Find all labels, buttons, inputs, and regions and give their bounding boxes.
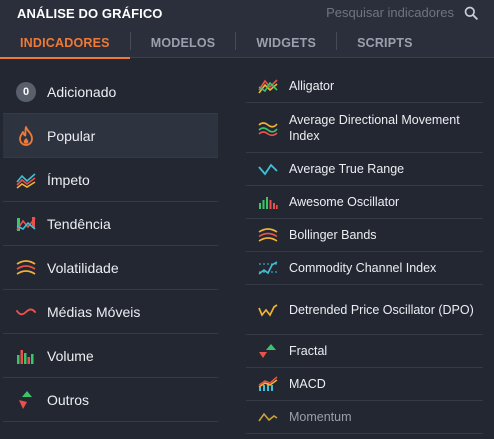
volatility-waves-icon — [16, 258, 36, 278]
indicator-cci[interactable]: Commodity Channel Index — [246, 252, 483, 285]
panel-header: ANÁLISE DO GRÁFICO INDICADORES MODELOS W… — [0, 0, 494, 59]
awesome-oscillator-icon — [259, 197, 278, 209]
tab-modelos[interactable]: MODELOS — [131, 27, 236, 58]
indicator-bollinger-bands[interactable]: Bollinger Bands — [246, 219, 483, 252]
indicator-label: Detrended Price Oscillator (DPO) — [289, 302, 474, 317]
indicator-list: Alligator Average Directional Movement I… — [246, 70, 483, 434]
atr-icon — [258, 163, 278, 176]
category-label: Médias Móveis — [47, 303, 141, 320]
tab-bar: INDICADORES MODELOS WIDGETS SCRIPTS — [0, 27, 433, 59]
panel-title: ANÁLISE DO GRÁFICO — [17, 6, 163, 21]
category-list: 0 Adicionado Popular Ímpeto Tendência Vo… — [3, 70, 218, 422]
category-volume[interactable]: Volume — [3, 334, 218, 378]
category-label: Outros — [47, 391, 90, 408]
indicator-label: Commodity Channel Index — [289, 261, 437, 275]
category-tendencia[interactable]: Tendência — [3, 202, 218, 246]
moving-average-icon — [16, 302, 36, 322]
momentum-lines-icon — [16, 170, 36, 190]
bollinger-icon — [258, 228, 278, 242]
category-popular[interactable]: Popular — [3, 114, 218, 158]
alligator-icon — [258, 79, 278, 94]
indicator-adx[interactable]: Average Directional Movement Index — [246, 103, 483, 153]
tab-indicadores[interactable]: INDICADORES — [0, 27, 130, 59]
arrows-icon — [16, 390, 36, 410]
macd-icon — [258, 376, 278, 391]
trend-icon — [16, 214, 36, 234]
indicator-label: Alligator — [289, 79, 335, 93]
category-medias-moveis[interactable]: Médias Móveis — [3, 290, 218, 334]
indicator-label: Average True Range — [289, 162, 405, 176]
indicator-label: Bollinger Bands — [289, 228, 377, 242]
indicator-atr[interactable]: Average True Range — [246, 153, 483, 186]
indicator-macd[interactable]: MACD — [246, 368, 483, 401]
adx-icon — [258, 121, 278, 136]
category-label: Volume — [47, 347, 94, 364]
category-label: Popular — [47, 127, 96, 144]
indicator-fractal[interactable]: Fractal — [246, 335, 483, 368]
cci-icon — [258, 261, 278, 275]
tab-widgets[interactable]: WIDGETS — [236, 27, 336, 58]
indicator-label: Awesome Oscillator — [289, 195, 400, 209]
momentum-icon — [258, 412, 278, 422]
indicator-momentum[interactable]: Momentum — [246, 401, 483, 434]
added-count: 0 — [16, 81, 36, 102]
indicator-label: MACD — [289, 377, 326, 391]
indicator-label: Average Directional Movement Index — [289, 112, 460, 143]
indicator-label: Momentum — [289, 410, 352, 424]
category-volatilidade[interactable]: Volatilidade — [3, 246, 218, 290]
volume-bars-icon — [16, 346, 36, 366]
category-label: Ímpeto — [47, 171, 90, 188]
category-label: Tendência — [47, 215, 111, 232]
flame-icon — [16, 125, 36, 146]
category-label: Volatilidade — [47, 259, 119, 276]
dpo-icon — [258, 303, 278, 317]
category-impeto[interactable]: Ímpeto — [3, 158, 218, 202]
indicator-label: Fractal — [289, 344, 328, 358]
fractal-icon — [259, 344, 276, 358]
search-input[interactable] — [324, 5, 454, 20]
search-icon[interactable] — [464, 6, 478, 20]
count-badge: 0 — [16, 81, 36, 102]
category-outros[interactable]: Outros — [3, 378, 218, 422]
indicator-awesome-oscillator[interactable]: Awesome Oscillator — [246, 186, 483, 219]
search-box[interactable] — [324, 5, 478, 20]
category-label: Adicionado — [47, 83, 117, 100]
indicator-dpo[interactable]: Detrended Price Oscillator (DPO) — [246, 285, 483, 335]
tab-scripts[interactable]: SCRIPTS — [337, 27, 433, 58]
category-adicionado[interactable]: 0 Adicionado — [3, 70, 218, 114]
indicator-alligator[interactable]: Alligator — [246, 70, 483, 103]
